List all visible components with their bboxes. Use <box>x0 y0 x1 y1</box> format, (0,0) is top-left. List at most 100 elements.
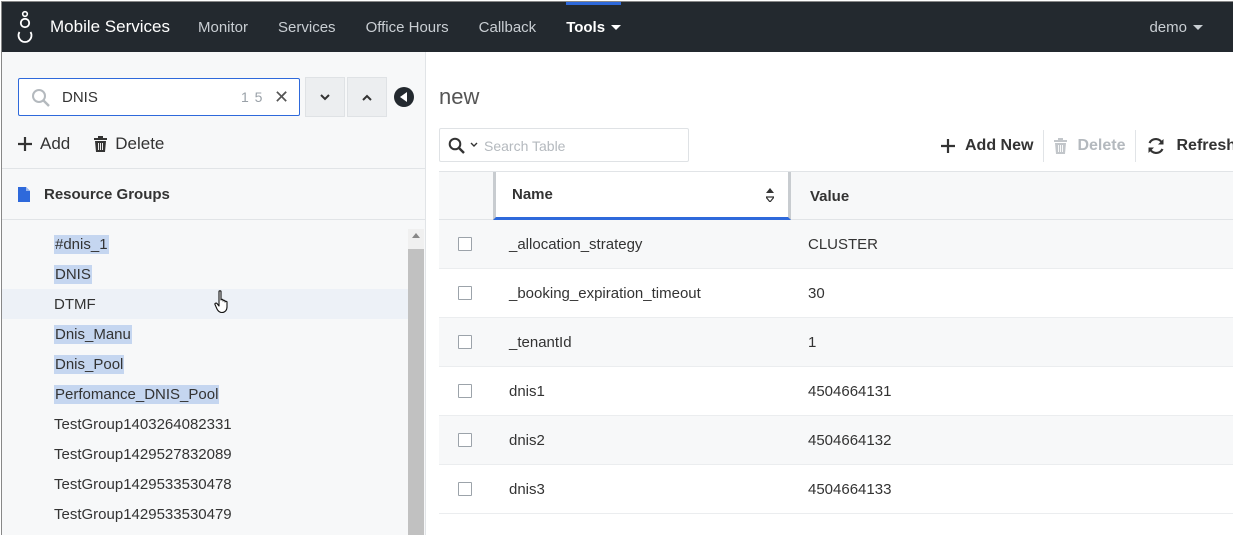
select-column-header <box>439 172 493 220</box>
trash-icon <box>1054 138 1068 154</box>
resource-group-list: #dnis_1 DNIS DTMF Dnis_Manu Dnis_Pool Pe… <box>2 229 408 535</box>
row-checkbox[interactable] <box>458 237 472 251</box>
cell-name: dnis1 <box>509 382 545 400</box>
nav-tools[interactable]: Tools <box>551 2 636 52</box>
list-item-label: Dnis_Manu <box>54 324 132 344</box>
cell-value: 30 <box>808 284 825 302</box>
chevron-down-icon <box>611 24 622 30</box>
cell-value: 4504664131 <box>808 382 892 400</box>
chevron-down-icon <box>320 93 330 100</box>
nav-monitor[interactable]: Monitor <box>183 2 263 52</box>
page-title: new <box>439 84 480 109</box>
collapse-sidebar-button[interactable] <box>394 87 414 107</box>
cell-name: dnis3 <box>509 480 545 498</box>
nav-callback[interactable]: Callback <box>464 2 552 52</box>
list-item-label: DTMF <box>54 295 96 313</box>
nav-label: Monitor <box>198 18 249 36</box>
scroll-up-icon[interactable] <box>412 233 420 238</box>
document-icon <box>18 186 30 202</box>
nav-label: Callback <box>478 18 537 36</box>
refresh-button[interactable]: Refresh <box>1136 130 1233 162</box>
row-checkbox[interactable] <box>458 286 472 300</box>
sidebar-search-input[interactable] <box>62 87 222 107</box>
brand[interactable]: Mobile Services <box>16 2 170 52</box>
table-row[interactable]: dnis3 4504664133 <box>439 465 1233 514</box>
sidebar-search[interactable]: 1 5 ✕ <box>18 78 300 116</box>
cell-value: 4504664132 <box>808 431 892 449</box>
row-checkbox[interactable] <box>458 433 472 447</box>
list-item[interactable]: DNIS <box>2 259 408 289</box>
clear-search-icon[interactable]: ✕ <box>274 88 289 106</box>
cell-name: _tenantId <box>509 333 572 351</box>
sort-icon <box>766 188 774 202</box>
app-window: Mobile Services Monitor Services Office … <box>1 1 1233 535</box>
list-item[interactable]: TestGroup1429533530479 <box>2 499 408 529</box>
add-new-button[interactable]: Add New <box>931 130 1043 162</box>
cell-value: 4504664133 <box>808 480 892 498</box>
search-icon <box>448 137 465 154</box>
search-icon <box>32 89 50 107</box>
plus-icon <box>941 139 955 153</box>
list-item-label: Perfomance_DNIS_Pool <box>54 384 220 404</box>
cell-name: _allocation_strategy <box>509 235 643 253</box>
nav-services[interactable]: Services <box>263 2 351 52</box>
details-panel: new Add New Delete Refresh <box>427 52 1233 535</box>
row-checkbox[interactable] <box>458 482 472 496</box>
list-item[interactable]: Dnis_Pool <box>2 349 408 379</box>
list-item-label: TestGroup1429527832089 <box>54 445 232 463</box>
list-item[interactable]: #dnis_1 <box>2 229 408 259</box>
delete-button[interactable]: Delete <box>1044 130 1135 162</box>
value-column-header[interactable]: Value <box>794 172 849 220</box>
nav-label: Services <box>278 18 336 36</box>
list-item[interactable]: DTMF <box>2 289 408 319</box>
cell-name: _booking_expiration_timeout <box>509 284 701 302</box>
resource-groups-header[interactable]: Resource Groups <box>2 168 425 220</box>
list-item[interactable]: Perfomance_DNIS_Pool <box>2 379 408 409</box>
delete-label: Delete <box>115 134 165 153</box>
chevron-down-icon[interactable] <box>470 142 478 148</box>
user-menu[interactable]: demo <box>1149 2 1203 52</box>
list-item[interactable]: Dnis_Manu <box>2 319 408 349</box>
refresh-label: Refresh <box>1176 137 1233 154</box>
nav-label: Tools <box>566 18 606 36</box>
plus-icon <box>18 137 32 151</box>
delete-button[interactable]: Delete <box>94 134 164 154</box>
properties-table: Name Value _allocation_strategy CLUSTER … <box>439 171 1233 514</box>
add-new-label: Add New <box>965 137 1034 154</box>
table-row[interactable]: _allocation_strategy CLUSTER <box>439 220 1233 269</box>
cell-value: 1 <box>808 333 817 351</box>
table-header: Name Value <box>439 171 1233 220</box>
name-column-header[interactable]: Name <box>493 172 791 220</box>
nav-office-hours[interactable]: Office Hours <box>351 2 464 52</box>
row-checkbox[interactable] <box>458 335 472 349</box>
cell-value: CLUSTER <box>808 235 879 253</box>
list-item[interactable]: TestGroup1429527832089 <box>2 439 408 469</box>
nav-label: Office Hours <box>365 18 449 36</box>
list-item-label: #dnis_1 <box>54 234 109 254</box>
table-search-input[interactable] <box>484 137 674 155</box>
next-match-button[interactable] <box>305 77 345 117</box>
scroll-thumb[interactable] <box>408 249 424 535</box>
delete-label: Delete <box>1077 137 1126 154</box>
list-item-label: TestGroup1429533530478 <box>54 475 232 493</box>
table-toolbar: Add New Delete Refresh <box>931 130 1233 162</box>
triangle-left-icon <box>400 92 407 102</box>
list-item[interactable]: TestGroup1429533530478 <box>2 469 408 499</box>
table-row[interactable]: _booking_expiration_timeout 30 <box>439 269 1233 318</box>
previous-match-button[interactable] <box>347 77 387 117</box>
chevron-down-icon <box>1193 24 1203 30</box>
row-checkbox[interactable] <box>458 384 472 398</box>
table-row[interactable]: dnis2 4504664132 <box>439 416 1233 465</box>
add-button[interactable]: Add <box>18 134 70 154</box>
main-nav: Monitor Services Office Hours Callback T… <box>183 2 636 52</box>
refresh-icon <box>1148 137 1165 155</box>
list-scrollbar[interactable] <box>408 229 424 535</box>
table-row[interactable]: _tenantId 1 <box>439 318 1233 367</box>
table-row[interactable]: dnis1 4504664131 <box>439 367 1233 416</box>
list-item-label: DNIS <box>54 264 92 284</box>
list-item[interactable]: TestGroup1403264082331 <box>2 409 408 439</box>
section-title: Resource Groups <box>44 185 170 203</box>
column-label: Name <box>512 186 553 203</box>
table-search[interactable] <box>439 128 689 162</box>
list-item-label: TestGroup1429533530479 <box>54 505 232 523</box>
